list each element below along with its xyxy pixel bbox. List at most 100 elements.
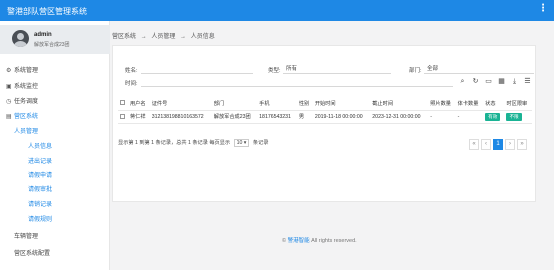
column-header[interactable]: 开始时间 bbox=[312, 97, 371, 111]
monitor-icon: ▣ bbox=[6, 84, 12, 90]
type-select[interactable]: 所有 bbox=[283, 65, 391, 74]
avatar[interactable] bbox=[12, 30, 29, 47]
breadcrumb-separator: → bbox=[140, 34, 147, 40]
table-cell: 蒋仁祥 bbox=[127, 110, 150, 124]
sidebar-item-system-monitor[interactable]: ▣ 系统监控 bbox=[6, 81, 38, 90]
table-row[interactable]: 蒋仁祥 312138198810163572 解放军合成23团 18176543… bbox=[118, 110, 532, 124]
sidebar-item-label: 请假审批 bbox=[28, 187, 53, 193]
pagination-info: 显示第 1 到第 1 条记录，总共 1 条记录 每页显示 10 ▾ 条记录 bbox=[118, 139, 268, 147]
footer-text: All rights reserved. bbox=[311, 238, 357, 244]
user-panel: admin 解放军合成23团 bbox=[0, 25, 110, 54]
footer: © 警港智能 All rights reserved. bbox=[282, 236, 357, 244]
gear-icon: ⚙ bbox=[6, 68, 12, 74]
time-range-input[interactable] bbox=[141, 78, 453, 87]
column-header[interactable]: 性别 bbox=[296, 97, 313, 111]
last-page-button[interactable]: » bbox=[517, 139, 527, 150]
top-bar: 警港部队营区管理系统 ⋮ bbox=[0, 0, 554, 21]
sidebar-item-camp-system[interactable]: ▤ 营区系统 bbox=[6, 111, 38, 120]
table-toolbar: ⌕ ↻ ▭ ▦ ⤓ ☰ bbox=[458, 77, 538, 87]
column-header[interactable]: 用户名 bbox=[127, 97, 150, 111]
footer-brand-link[interactable]: 警港智能 bbox=[288, 238, 310, 244]
download-icon[interactable]: ⤓ bbox=[510, 77, 519, 86]
refresh-icon[interactable]: ↻ bbox=[471, 77, 480, 86]
next-page-button[interactable]: › bbox=[505, 139, 515, 150]
clock-icon: ◷ bbox=[6, 99, 12, 105]
table-cell: 不限 bbox=[504, 110, 532, 124]
sidebar-item-label: 请假申请 bbox=[28, 173, 53, 179]
card-icon[interactable]: ▭ bbox=[484, 77, 493, 86]
table-cell: 有效 bbox=[483, 110, 505, 124]
user-name: admin bbox=[34, 32, 52, 38]
sidebar-item-label: 任务调度 bbox=[14, 99, 39, 105]
column-header[interactable]: 照片数量 bbox=[428, 97, 456, 111]
breadcrumb-item[interactable]: 营区系统 bbox=[112, 34, 136, 40]
sidebar-item-leave-records[interactable]: 请销记录 bbox=[28, 199, 52, 208]
select-all-checkbox[interactable] bbox=[118, 97, 128, 111]
column-header[interactable]: 状态 bbox=[483, 97, 505, 111]
breadcrumb-item[interactable]: 人员管理 bbox=[151, 34, 175, 40]
sidebar-item-leave-approval[interactable]: 请假审批 bbox=[28, 184, 52, 193]
dept-select[interactable]: 全部 bbox=[424, 65, 534, 74]
breadcrumb: 营区系统 → 人员管理 → 人员信息 bbox=[112, 31, 218, 40]
page-1-button[interactable]: 1 bbox=[493, 139, 503, 150]
sidebar-item-label: 请销记录 bbox=[28, 202, 53, 208]
column-header[interactable]: 手机 bbox=[257, 97, 297, 111]
column-header[interactable]: 体卡数量 bbox=[455, 97, 484, 111]
row-checkbox[interactable] bbox=[118, 110, 128, 124]
table-cell: 312138198810163572 bbox=[149, 110, 212, 124]
sidebar-item-label: 进出记录 bbox=[28, 159, 53, 165]
page-size-select[interactable]: 10 ▾ bbox=[233, 139, 250, 147]
more-vertical-icon[interactable]: ⋮ bbox=[538, 4, 548, 14]
table-cell: - bbox=[428, 110, 456, 124]
main-panel: 姓名: 类型: 所有 部门: 全部 时间: ⌕ ↻ ▭ ▦ ⤓ ☰ 用户名 证件… bbox=[112, 45, 536, 202]
sidebar-item-label: 系统管理 bbox=[14, 68, 39, 74]
sidebar-item-label: 人员管理 bbox=[14, 129, 39, 135]
sidebar-item-label: 系统监控 bbox=[14, 84, 39, 90]
table-cell: - bbox=[455, 110, 484, 124]
pagination-info-suffix: 条记录 bbox=[252, 140, 269, 146]
column-header[interactable]: 时区限审 bbox=[504, 97, 532, 111]
zone-badge[interactable]: 不限 bbox=[506, 112, 522, 121]
sidebar-item-leave-rules[interactable]: 请假规则 bbox=[28, 214, 52, 223]
sidebar-item-task-scheduler[interactable]: ◷ 任务调度 bbox=[6, 96, 38, 105]
sidebar-item-system-management[interactable]: ⚙ 系统管理 bbox=[6, 65, 38, 74]
table-cell: 18176543231 bbox=[257, 110, 297, 124]
sidebar-item-label: 车辆管理 bbox=[14, 234, 39, 240]
copyright-symbol: © bbox=[282, 238, 287, 244]
column-header[interactable]: 证件号 bbox=[149, 97, 212, 111]
user-role: 解放军合成23团 bbox=[34, 42, 70, 48]
search-icon[interactable]: ⌕ bbox=[458, 77, 467, 86]
grid-icon[interactable]: ▦ bbox=[497, 77, 506, 86]
sidebar-item-personnel-management[interactable]: 人员管理 bbox=[14, 126, 38, 135]
sidebar-item-label: 营区系统 bbox=[14, 114, 39, 120]
prev-page-button[interactable]: ‹ bbox=[481, 139, 491, 150]
sidebar-item-leave-request[interactable]: 请假申请 bbox=[28, 170, 52, 179]
sidebar-item-camp-config[interactable]: 营区系统配置 bbox=[14, 248, 50, 257]
building-icon: ▤ bbox=[6, 114, 12, 120]
breadcrumb-item: 人员信息 bbox=[190, 34, 215, 40]
dept-label: 部门: bbox=[409, 68, 422, 74]
sidebar-item-label: 请假规则 bbox=[28, 217, 53, 223]
app-title: 警港部队营区管理系统 bbox=[7, 7, 87, 16]
sidebar-item-vehicle-management[interactable]: 车辆管理 bbox=[14, 231, 38, 240]
table-cell: 2023-12-31 00:00:00 bbox=[370, 110, 429, 124]
column-header[interactable]: 截止时间 bbox=[370, 97, 429, 111]
sidebar-item-label: 营区系统配置 bbox=[14, 251, 51, 257]
table-cell: 解放军合成23团 bbox=[211, 110, 258, 124]
status-badge[interactable]: 有效 bbox=[485, 112, 501, 121]
personnel-table: 用户名 证件号 部门 手机 性别 开始时间 截止时间 照片数量 体卡数量 状态 … bbox=[118, 97, 532, 124]
pagination-info-prefix: 显示第 1 到第 1 条记录，总共 1 条记录 每页显示 bbox=[118, 140, 231, 146]
column-header[interactable]: 部门 bbox=[211, 97, 258, 111]
sidebar: admin 解放军合成23团 ⚙ 系统管理 ▣ 系统监控 ◷ 任务调度 ▤ 营区系统 人… bbox=[0, 21, 110, 270]
table-cell: 2019-11-18 00:00:00 bbox=[312, 110, 371, 124]
sidebar-item-label: 人员信息 bbox=[28, 144, 53, 150]
sidebar-item-personnel-info[interactable]: 人员信息 bbox=[28, 141, 52, 150]
name-input[interactable] bbox=[141, 65, 253, 74]
sidebar-item-access-records[interactable]: 进出记录 bbox=[28, 156, 52, 165]
list-icon[interactable]: ☰ bbox=[523, 77, 532, 86]
table-cell: 男 bbox=[296, 110, 313, 124]
table-header-row: 用户名 证件号 部门 手机 性别 开始时间 截止时间 照片数量 体卡数量 状态 … bbox=[118, 97, 532, 111]
name-label: 姓名: bbox=[125, 68, 138, 74]
first-page-button[interactable]: « bbox=[469, 139, 479, 150]
time-label: 时间: bbox=[125, 81, 138, 87]
